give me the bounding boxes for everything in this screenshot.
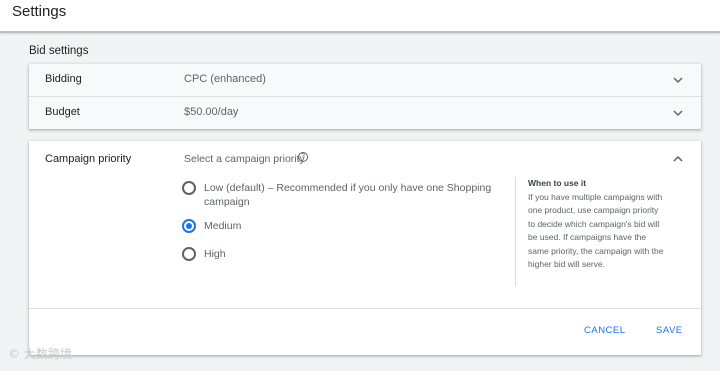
- priority-option-high-label: High: [204, 248, 226, 260]
- watermark: © 大数跨境: [8, 347, 72, 361]
- chevron-up-icon[interactable]: [671, 152, 685, 166]
- help-circle-icon[interactable]: ?: [298, 152, 308, 162]
- budget-label: Budget: [45, 106, 80, 118]
- help-panel: When to use it If you have multiple camp…: [515, 177, 665, 286]
- campaign-priority-label: Campaign priority: [45, 153, 132, 165]
- radio-button-medium[interactable]: [182, 219, 196, 233]
- top-bar: Settings: [0, 0, 720, 33]
- priority-option-medium-label: Medium: [204, 220, 242, 232]
- cancel-button[interactable]: CANCEL: [584, 325, 626, 336]
- help-panel-title: When to use it: [528, 178, 587, 188]
- bidding-value: CPC (enhanced): [184, 73, 266, 85]
- page-title: Settings: [12, 3, 67, 20]
- priority-option-low-label: Low (default) – Recommended if you only …: [204, 182, 492, 208]
- save-button[interactable]: SAVE: [656, 325, 683, 336]
- bidding-label: Bidding: [45, 73, 82, 85]
- divider: [29, 308, 701, 309]
- campaign-priority-prompt: Select a campaign priority: [184, 153, 305, 165]
- chevron-down-icon[interactable]: [671, 73, 685, 87]
- campaign-priority-card: Campaign priority Select a campaign prio…: [29, 141, 701, 355]
- section-title-bid-settings: Bid settings: [29, 45, 89, 57]
- chevron-down-icon[interactable]: [671, 106, 685, 120]
- budget-row[interactable]: Budget $50.00/day: [29, 97, 701, 129]
- bid-settings-card: Bidding CPC (enhanced) Budget $50.00/day: [29, 64, 701, 129]
- radio-button-high[interactable]: [182, 247, 196, 261]
- help-panel-body: If you have multiple campaigns with one …: [528, 191, 664, 270]
- bidding-row[interactable]: Bidding CPC (enhanced): [29, 64, 701, 97]
- radio-button-low[interactable]: [182, 181, 196, 195]
- budget-value: $50.00/day: [184, 106, 239, 118]
